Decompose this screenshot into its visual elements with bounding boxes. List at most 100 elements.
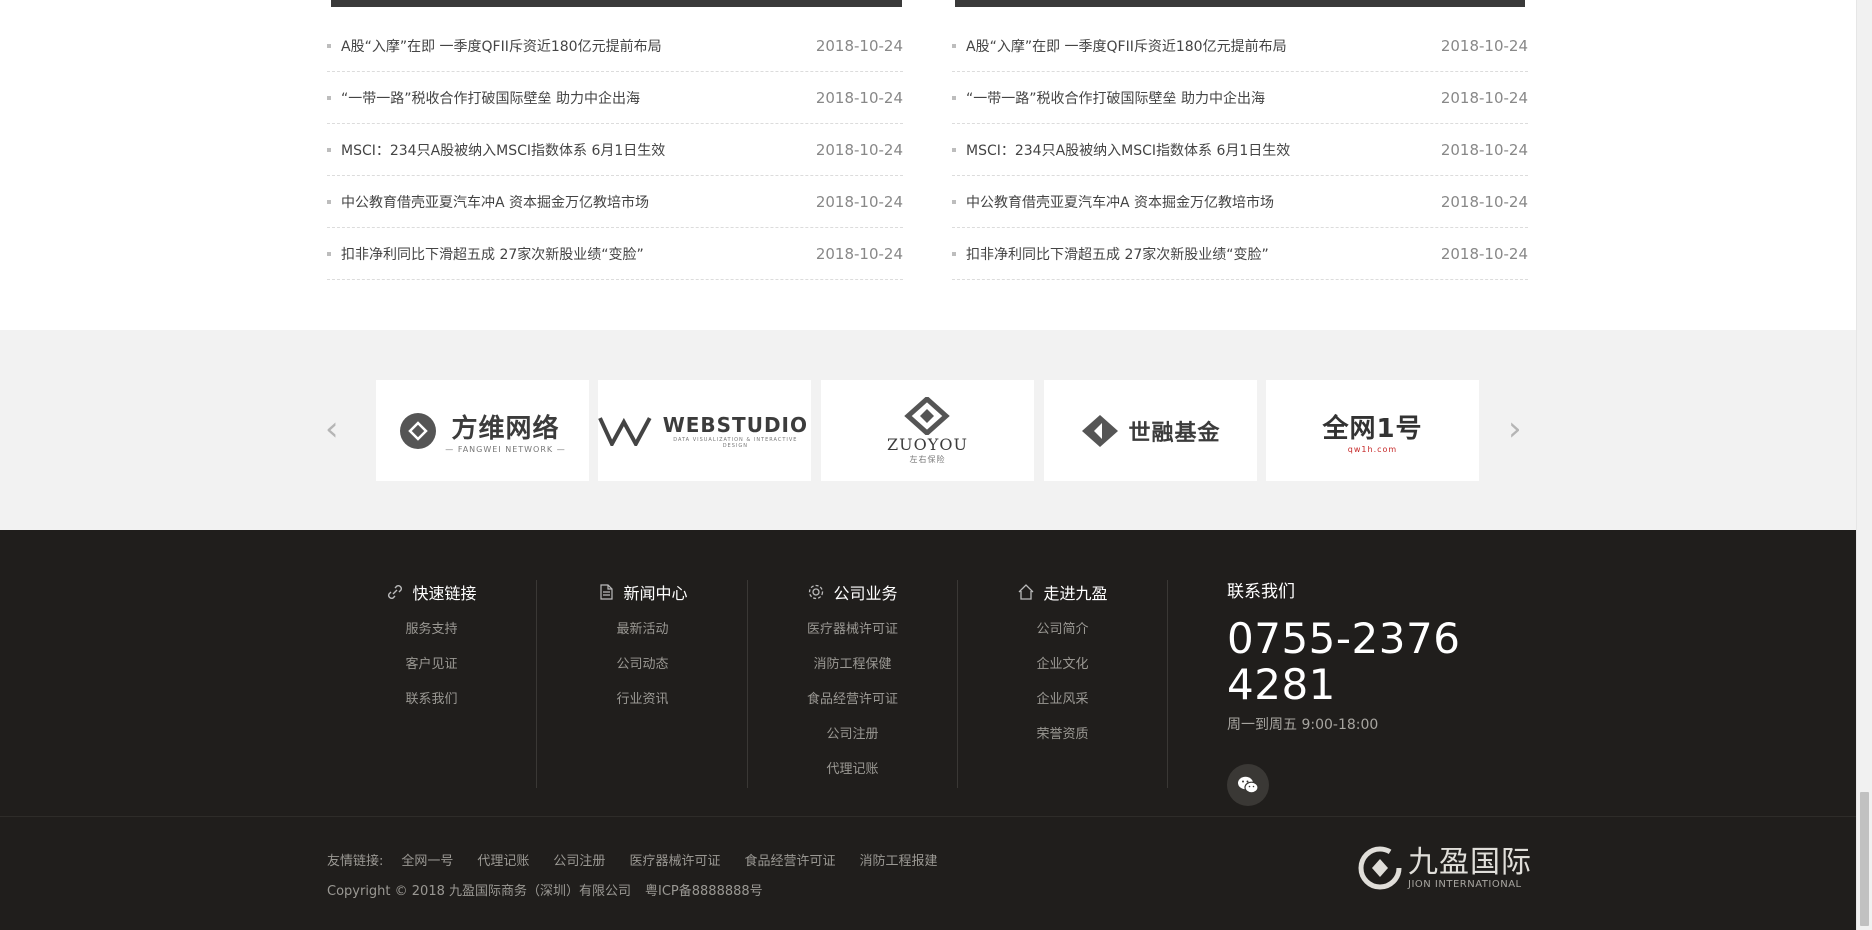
partner-name: 全网1号 [1322,413,1423,444]
news-image-left[interactable] [331,0,902,7]
footer-link[interactable]: 企业风采 [1036,692,1088,707]
news-date: 2018-10-24 [815,244,903,263]
footer-column-title: 快速链接 [412,584,477,603]
partner-name: 世融基金 [1128,420,1221,446]
news-item[interactable]: A股“入摩”在即 一季度QFII斥资近180亿元提前布局 2018-10-24 [327,20,903,72]
news-item[interactable]: A股“入摩”在即 一季度QFII斥资近180亿元提前布局 2018-10-24 [952,20,1528,72]
footer-link[interactable]: 联系我们 [405,692,457,707]
news-title[interactable]: 扣非净利同比下滑超五成 27家次新股业绩“变脸” [341,244,816,264]
friend-link[interactable]: 代理记账 [477,850,529,869]
news-item[interactable]: “一带一路”税收合作打破国际壁垒 助力中企出海 2018-10-24 [952,72,1528,124]
bullet-icon [327,199,331,204]
news-title[interactable]: A股“入摩”在即 一季度QFII斥资近180亿元提前布局 [341,36,816,56]
scrollbar-thumb[interactable] [1860,792,1869,926]
friend-link[interactable]: 公司注册 [553,850,605,869]
wechat-button[interactable] [1227,764,1269,806]
news-date: 2018-10-24 [1440,140,1528,159]
friend-links: 友情链接: 全网一号 代理记账 公司注册 医疗器械许可证 食品经营许可证 消防工… [327,850,937,869]
contact-title: 联系我们 [1227,582,1295,602]
partner-logo-shirong[interactable]: 世融基金 [1044,380,1257,481]
news-title[interactable]: 中公教育借壳亚夏汽车冲A 资本掘金万亿教培市场 [966,192,1441,212]
footer-link[interactable]: 消防工程保健 [813,657,891,672]
chevron-right-icon[interactable]: › [1508,412,1522,446]
partner-logo-webstudio[interactable]: WEBSTUDIO DATA VISUALIZATION & INTERACTI… [598,380,811,481]
news-date: 2018-10-24 [1440,192,1528,211]
news-item[interactable]: MSCI：234只A股被纳入MSCI指数体系 6月1日生效 2018-10-24 [327,124,903,176]
news-date: 2018-10-24 [815,36,903,55]
news-date: 2018-10-24 [1440,88,1528,107]
news-title[interactable]: “一带一路”税收合作打破国际壁垒 助力中企出海 [966,88,1441,108]
friend-links-label: 友情链接: [327,854,384,869]
news-title[interactable]: MSCI：234只A股被纳入MSCI指数体系 6月1日生效 [341,140,816,160]
friend-link[interactable]: 全网一号 [401,850,453,869]
news-item[interactable]: 中公教育借壳亚夏汽车冲A 资本掘金万亿教培市场 2018-10-24 [952,176,1528,228]
news-title[interactable]: MSCI：234只A股被纳入MSCI指数体系 6月1日生效 [966,140,1441,160]
news-item[interactable]: 中公教育借壳亚夏汽车冲A 资本掘金万亿教培市场 2018-10-24 [327,176,903,228]
footer-link[interactable]: 行业资讯 [616,692,668,707]
footer-link[interactable]: 公司动态 [616,657,668,672]
partner-name: 方维网络 [451,413,560,444]
news-title[interactable]: 扣非净利同比下滑超五成 27家次新股业绩“变脸” [966,244,1441,264]
footer-column-business: 公司业务 医疗器械许可证 消防工程保健 食品经营许可证 公司注册 代理记账 [748,580,958,788]
footer-link[interactable]: 公司注册 [826,727,878,742]
news-item[interactable]: 扣非净利同比下滑超五成 27家次新股业绩“变脸” 2018-10-24 [327,228,903,280]
footer-column-title: 走进九盈 [1043,584,1108,603]
bullet-icon [952,251,956,256]
footer-link[interactable]: 服务支持 [405,622,457,637]
bullet-icon [952,43,956,48]
news-date: 2018-10-24 [1440,36,1528,55]
page-viewport: A股“入摩”在即 一季度QFII斥资近180亿元提前布局 2018-10-24 “一… [0,0,1856,930]
footer-column-quick-links: 快速链接 服务支持 客户见证 联系我们 [327,580,537,788]
footer: 快速链接 服务支持 客户见证 联系我们 新闻中心 最新活动 公司动态 行业资讯 [0,530,1856,930]
zuoyou-logo-icon [904,396,951,435]
chevron-left-icon[interactable]: ‹ [325,412,339,446]
footer-link[interactable]: 代理记账 [826,762,878,777]
partner-logo-zuoyou[interactable]: ZUOYOU 左右保险 [821,380,1034,481]
friend-link[interactable]: 食品经营许可证 [744,850,835,869]
friend-link[interactable]: 医疗器械许可证 [629,850,720,869]
footer-link[interactable]: 企业文化 [1036,657,1088,672]
news-date: 2018-10-24 [815,192,903,211]
partner-sub: 左右保险 [909,454,946,464]
news-title[interactable]: 中公教育借壳亚夏汽车冲A 资本掘金万亿教培市场 [341,192,816,212]
friend-link[interactable]: 消防工程报建 [859,850,937,869]
news-title[interactable]: A股“入摩”在即 一季度QFII斥资近180亿元提前布局 [966,36,1441,56]
document-icon [600,584,614,600]
bullet-icon [952,147,956,152]
news-image-right[interactable] [955,0,1525,7]
brand-name-en: JION INTERNATIONAL [1408,878,1522,890]
brand-logo[interactable]: 九盈国际 JION INTERNATIONAL [1358,846,1532,890]
contact-block: 联系我们 0755-2376 4281 周一到周五 9:00-18:00 [1227,580,1547,806]
partner-sub: qw1h.com [1347,444,1398,454]
news-title[interactable]: “一带一路”税收合作打破国际壁垒 助力中企出海 [341,88,816,108]
news-item[interactable]: “一带一路”税收合作打破国际壁垒 助力中企出海 2018-10-24 [327,72,903,124]
footer-link[interactable]: 公司简介 [1036,622,1088,637]
footer-link[interactable]: 荣誉资质 [1036,727,1088,742]
footer-column-title: 公司业务 [833,584,898,603]
bullet-icon [327,95,331,100]
partner-name: ZUOYOU [887,434,968,454]
news-section: A股“入摩”在即 一季度QFII斥资近180亿元提前布局 2018-10-24 “一… [0,0,1856,330]
news-item[interactable]: 扣非净利同比下滑超五成 27家次新股业绩“变脸” 2018-10-24 [952,228,1528,280]
bullet-icon [327,43,331,48]
contact-hours: 周一到周五 9:00-18:00 [1227,717,1379,733]
icp-link[interactable]: 粤ICP备8888888号 [645,880,763,899]
bullet-icon [327,251,331,256]
footer-column-about: 走进九盈 公司简介 企业文化 企业风采 荣誉资质 [958,580,1168,788]
partner-logo-fangwei[interactable]: 方维网络 — FANGWEI NETWORK — [376,380,589,481]
brand-name-cn: 九盈国际 [1408,844,1532,880]
partners-carousel: ‹ 方维网络 — FANGWEI NETWORK — WEBSTUDIO DAT… [0,330,1856,530]
news-list-left: A股“入摩”在即 一季度QFII斥资近180亿元提前布局 2018-10-24 “一… [327,20,903,280]
footer-link[interactable]: 客户见证 [405,657,457,672]
partner-logo-quanwang[interactable]: 全网1号 qw1h.com [1266,380,1479,481]
news-date: 2018-10-24 [815,88,903,107]
page-scrollbar[interactable] [1856,0,1872,930]
footer-link[interactable]: 医疗器械许可证 [807,622,898,637]
footer-link[interactable]: 最新活动 [616,622,668,637]
shirong-logo-icon [1082,414,1119,447]
news-item[interactable]: MSCI：234只A股被纳入MSCI指数体系 6月1日生效 2018-10-24 [952,124,1528,176]
copyright-text: Copyright © 2018 九盈国际商务（深圳）有限公司 [327,884,632,899]
webstudio-logo-icon [598,416,652,446]
link-icon [388,585,403,599]
footer-link[interactable]: 食品经营许可证 [807,692,898,707]
